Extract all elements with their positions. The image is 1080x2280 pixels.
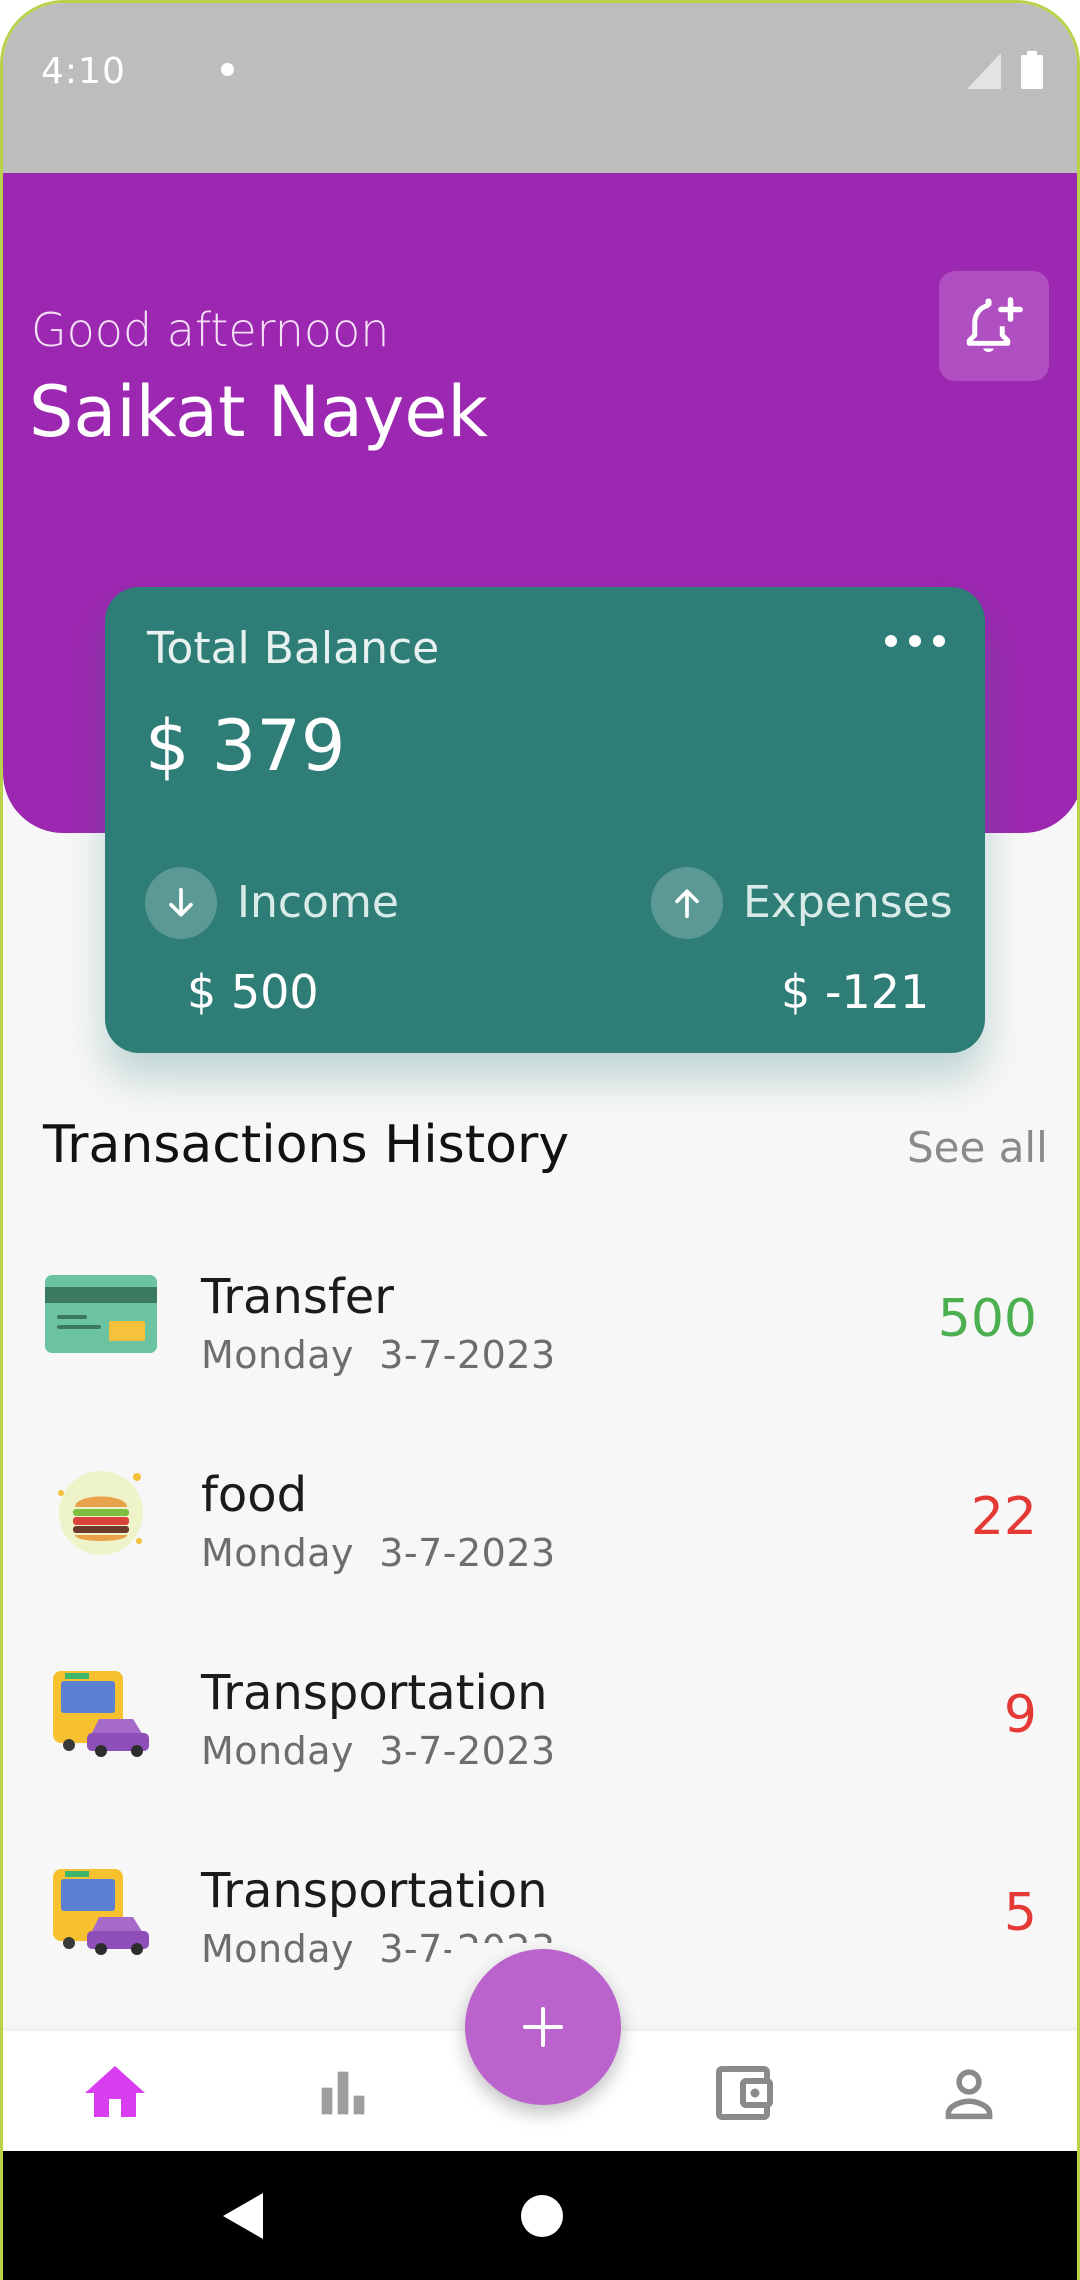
total-balance-value: $ 379 xyxy=(145,705,346,787)
nav-stats[interactable] xyxy=(303,2053,383,2133)
balance-card[interactable]: Total Balance $ 379 Income $ 500 Expense… xyxy=(105,587,985,1053)
more-options-icon[interactable] xyxy=(885,623,945,659)
profile-icon xyxy=(945,2069,993,2120)
wallet-icon xyxy=(716,2066,773,2120)
transaction-row[interactable]: Transfer Monday 3-7-2023 500 xyxy=(3,1227,1077,1425)
transaction-date: Monday 3-7-2023 xyxy=(201,1531,556,1575)
stats-icon xyxy=(321,2071,365,2115)
expenses-value: $ -121 xyxy=(781,965,930,1019)
user-name: Saikat Nayek xyxy=(29,371,488,453)
arrow-down-icon xyxy=(145,867,217,939)
plus-icon xyxy=(523,2007,563,2047)
income-label: Income xyxy=(237,877,399,928)
greeting-text: Good afternoon xyxy=(31,303,390,357)
add-transaction-button[interactable] xyxy=(465,1949,621,2105)
bus-car-icon xyxy=(53,1869,149,1955)
transaction-title: food xyxy=(201,1467,308,1523)
transaction-amount: 5 xyxy=(1003,1883,1037,1943)
bell-plus-icon xyxy=(966,297,1023,353)
transaction-title: Transportation xyxy=(201,1863,548,1919)
system-navigation-bar xyxy=(3,2151,1077,2280)
transaction-row[interactable]: Transportation Monday 3-7-2023 9 xyxy=(3,1623,1077,1821)
total-balance-label: Total Balance xyxy=(147,623,440,674)
transaction-title: Transportation xyxy=(201,1665,548,1721)
transaction-title: Transfer xyxy=(201,1269,395,1325)
transaction-amount: 9 xyxy=(1003,1685,1037,1745)
see-all-link[interactable]: See all xyxy=(907,1123,1048,1172)
transaction-row[interactable]: food Monday 3-7-2023 22 xyxy=(3,1425,1077,1623)
burger-icon xyxy=(58,1471,143,1555)
arrow-up-icon xyxy=(651,867,723,939)
signal-icon xyxy=(967,53,1001,89)
battery-icon xyxy=(1021,51,1043,89)
nav-profile[interactable] xyxy=(929,2053,1009,2133)
notification-dot-icon xyxy=(221,63,234,76)
status-time: 4:10 xyxy=(41,51,126,92)
app-screen: 4:10 Good afternoon Saikat Nayek Total B… xyxy=(0,0,1080,2280)
back-icon[interactable] xyxy=(221,2191,267,2241)
expenses-label: Expenses xyxy=(743,877,953,928)
income-value: $ 500 xyxy=(187,965,319,1019)
status-bar: 4:10 xyxy=(3,3,1077,173)
home-button-icon[interactable] xyxy=(521,2195,563,2237)
card-icon xyxy=(45,1275,157,1353)
nav-wallet[interactable] xyxy=(703,2053,783,2133)
transaction-date: Monday 3-7-2023 xyxy=(201,1729,556,1773)
bus-car-icon xyxy=(53,1671,149,1757)
home-icon xyxy=(85,2066,145,2117)
transaction-amount: 500 xyxy=(937,1289,1037,1349)
nav-home[interactable] xyxy=(75,2053,155,2133)
transaction-date: Monday 3-7-2023 xyxy=(201,1333,556,1377)
add-notification-button[interactable] xyxy=(939,271,1049,381)
transaction-amount: 22 xyxy=(970,1487,1037,1547)
transactions-history-title: Transactions History xyxy=(43,1115,570,1175)
